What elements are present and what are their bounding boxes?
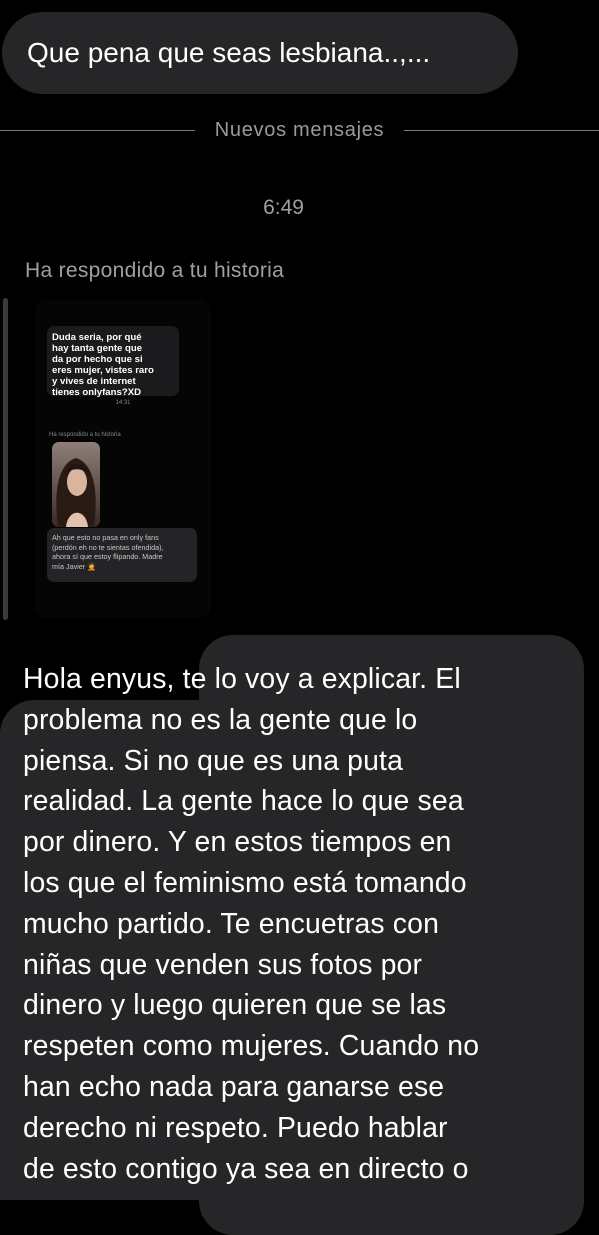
- story-reply-text: Ah que esto no pasa en only fans (perdón…: [52, 533, 164, 571]
- story-preview[interactable]: Duda seria, por qué hay tanta gente que …: [35, 300, 211, 618]
- message-bubble-sent-top[interactable]: Que pena que seas lesbiana..,...: [2, 12, 518, 94]
- portrait-photo-icon: [52, 442, 100, 527]
- story-replied-label: Ha respondido a tu historia: [49, 432, 121, 438]
- story-question-text: Duda seria, por qué hay tanta gente que …: [52, 332, 154, 398]
- message-timestamp: 6:49: [263, 196, 304, 219]
- divider-line-right: [404, 129, 599, 131]
- replied-story-label: Ha respondido a tu historia: [25, 259, 285, 282]
- message-text: Que pena que seas lesbiana..,...: [27, 37, 431, 68]
- story-question-bubble: Duda seria, por qué hay tanta gente que …: [47, 326, 179, 398]
- story-time: 14:31: [115, 400, 131, 406]
- story-reply-bar: [3, 298, 8, 620]
- divider-line-left: [0, 129, 195, 131]
- story-reply-bubble: Ah que esto no pasa en only fans (perdón…: [47, 528, 197, 582]
- message-text: Hola enyus, te lo voy a explicar. El pro…: [23, 663, 480, 1185]
- new-messages-divider: Nuevos mensajes: [0, 116, 599, 144]
- new-messages-label: Nuevos mensajes: [214, 118, 385, 141]
- story-thumbnail[interactable]: [52, 442, 100, 527]
